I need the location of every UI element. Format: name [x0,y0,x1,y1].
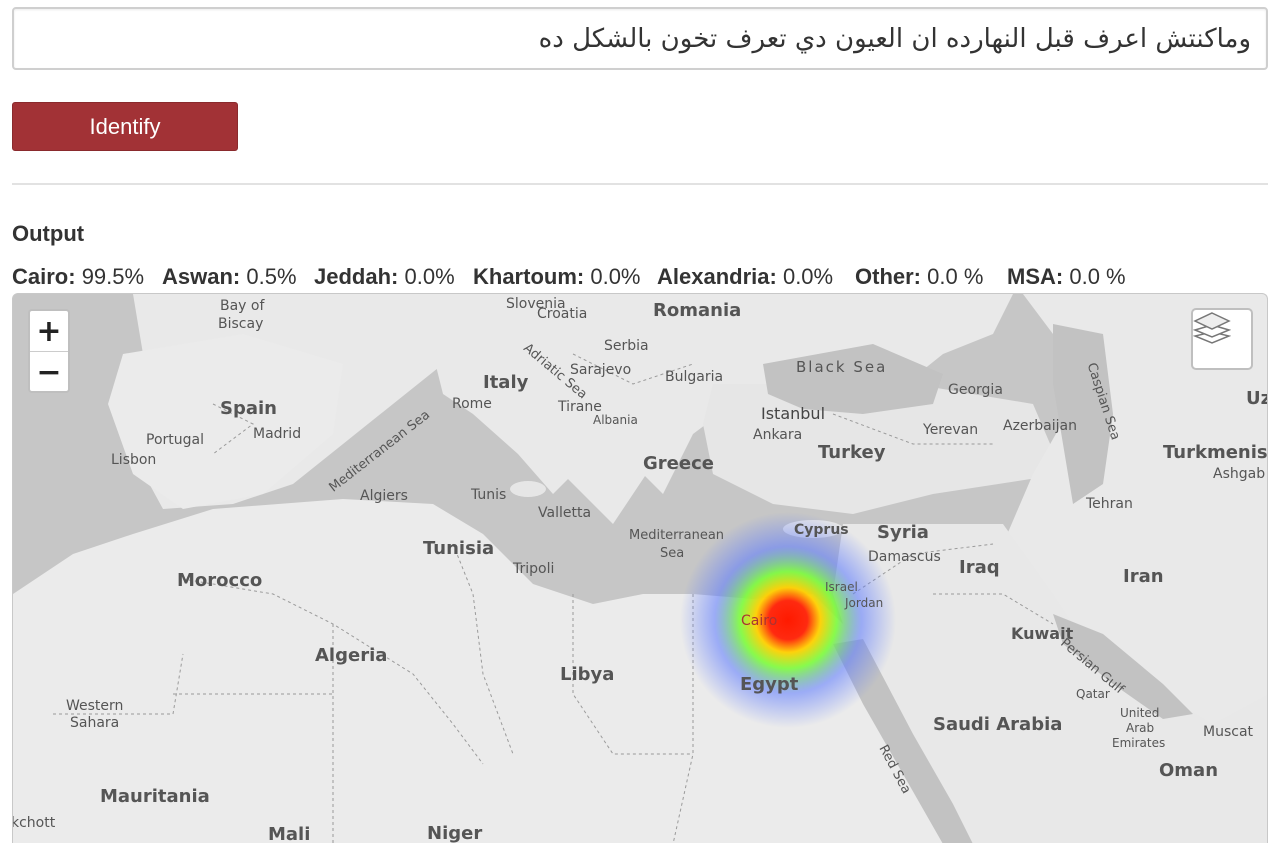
map-label: Spain [220,398,277,419]
map-label: Mediterranean [629,528,725,543]
map-label: Sahara [70,715,120,731]
map-label: Greece [643,453,714,474]
map-label: Tehran [1086,496,1133,512]
map-label: Algeria [315,645,388,666]
map-label: Cyprus [794,522,849,538]
map-label: Azerbaijan [1003,418,1077,434]
map-label: Croatia [537,306,588,322]
zoom-control: + − [28,309,70,393]
map-label: Georgia [948,382,1003,398]
score-jeddah: Jeddah: 0.0% [314,264,455,289]
map-label: Cairo [741,613,778,629]
identify-button[interactable]: Identify [12,102,238,151]
zoom-out-button[interactable]: − [30,351,68,392]
map-label: Libya [560,664,615,685]
text-input-value: وماكنتش اعرف قبل النهارده ان العيون دي ت… [538,24,1251,54]
map-label: Mauritania [100,786,210,807]
map-label: Turkmenista [1163,442,1268,463]
map-label: Madrid [253,426,302,442]
map-label: Western [66,698,124,714]
map-label: Sea [660,546,685,561]
map-label: Yerevan [923,422,979,438]
map-base [13,294,1267,843]
map-label: Ankara [753,427,803,443]
map-label: Muscat [1203,724,1254,740]
map-label: Portugal [146,432,204,448]
map-label: Ashgab [1213,466,1266,482]
map-label: Tripoli [513,561,555,577]
map-label: Tunis [471,487,507,503]
score-aswan: Aswan: 0.5% [162,264,297,289]
map-label: Italy [483,372,529,393]
map-label: Oman [1159,760,1219,781]
score-other: Other: 0.0 % [855,264,984,289]
layers-icon [1193,312,1231,344]
map-label: Bay of [220,298,265,314]
score-cairo: Cairo: 99.5% [12,264,145,289]
map-label: Rome [452,396,492,412]
heatmap-blob [680,512,896,728]
map-label: Biscay [218,316,264,332]
score-khartoum: Khartoum: 0.0% [473,264,641,289]
map-label: Romania [653,300,742,321]
text-input[interactable]: وماكنتش اعرف قبل النهارده ان العيون دي ت… [12,7,1268,70]
map-label: Arab [1126,721,1155,735]
score-alexandria: Alexandria: 0.0% [657,264,834,289]
map-label: Black Sea [796,358,888,376]
divider [12,183,1268,185]
map-label: Saudi Arabia [933,714,1063,735]
heatmap-map[interactable]: Bay of Biscay Slovenia Croatia Romania S… [12,293,1268,843]
map-label: Lisbon [111,452,157,468]
map-label: Turkey [818,442,886,463]
map-label: Iraq [959,557,1000,578]
layers-button[interactable] [1191,308,1253,370]
map-label: Niger [427,823,483,843]
map-label: Qatar [1076,687,1110,701]
map-label: Uzb [1246,388,1267,409]
map-label: kchott [12,815,56,831]
map-label: Jordan [845,596,884,610]
map-label: United [1120,706,1160,720]
map-label: Istanbul [761,404,826,423]
map-label: Bulgaria [665,369,724,385]
output-heading: Output [12,221,85,246]
map-label: Israel [825,580,858,594]
map-label: Egypt [740,674,799,695]
map-label: Serbia [604,338,649,354]
map-label: Tunisia [423,538,495,559]
map-label: Albania [593,413,638,427]
zoom-in-button[interactable]: + [30,311,68,351]
map-label: Emirates [1112,736,1166,750]
score-msa: MSA: 0.0 % [1007,264,1126,289]
map-label: Algiers [360,488,408,504]
map-label: Valletta [538,505,592,521]
map-label: Mali [268,824,311,843]
map-label: Syria [877,522,929,543]
map-label: Damascus [868,549,941,565]
map-label: Iran [1123,566,1164,587]
map-label: Morocco [177,570,263,591]
map-label: Sarajevo [570,362,632,378]
